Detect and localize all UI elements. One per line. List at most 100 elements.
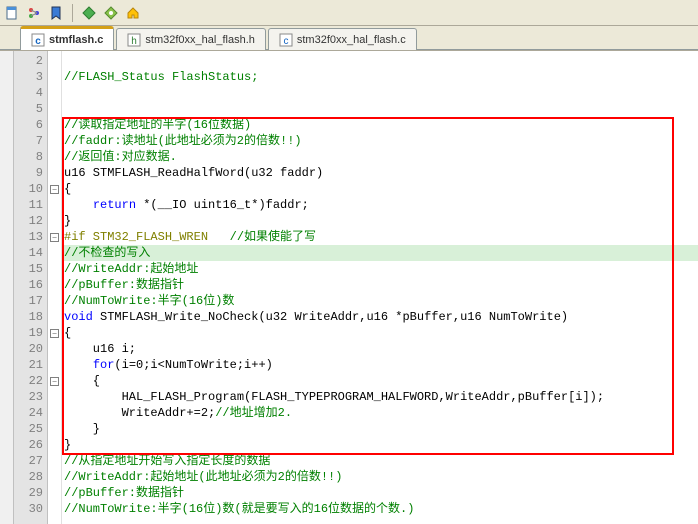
line-number: 13 xyxy=(14,229,43,245)
fold-cell[interactable]: − xyxy=(48,325,61,341)
code-area[interactable]: //FLASH_Status FlashStatus; //读取指定地址的半字(1… xyxy=(62,51,698,524)
code-line[interactable]: //返回值:对应数据. xyxy=(64,149,698,165)
svg-text:h: h xyxy=(132,36,138,47)
line-number: 29 xyxy=(14,485,43,501)
tab-stmflash-c[interactable]: c stmflash.c xyxy=(20,26,114,50)
line-number: 26 xyxy=(14,437,43,453)
code-line[interactable]: for(i=0;i<NumToWrite;i++) xyxy=(64,357,698,373)
c-file-icon: c xyxy=(279,33,293,47)
code-line[interactable]: } xyxy=(64,437,698,453)
code-line[interactable]: //不检查的写入 xyxy=(62,245,698,261)
fold-cell xyxy=(48,245,61,261)
fold-minus-icon[interactable]: − xyxy=(50,329,59,338)
code-line[interactable]: //NumToWrite:半字(16位)数(就是要写入的16位数据的个数.) xyxy=(64,501,698,517)
line-number: 4 xyxy=(14,85,43,101)
bookmark-icon[interactable] xyxy=(48,5,64,21)
ide-window: c stmflash.c h stm32f0xx_hal_flash.h c s… xyxy=(0,0,698,524)
code-line[interactable]: //pBuffer:数据指针 xyxy=(64,485,698,501)
code-line[interactable]: //pBuffer:数据指针 xyxy=(64,277,698,293)
code-line[interactable] xyxy=(64,85,698,101)
line-number: 18 xyxy=(14,309,43,325)
code-line[interactable]: } xyxy=(64,421,698,437)
fold-cell xyxy=(48,357,61,373)
line-number: 22 xyxy=(14,373,43,389)
home-icon[interactable] xyxy=(125,5,141,21)
line-number: 25 xyxy=(14,421,43,437)
code-line[interactable]: //faddr:读地址(此地址必须为2的倍数!!) xyxy=(64,133,698,149)
line-number: 2 xyxy=(14,53,43,69)
fold-cell xyxy=(48,277,61,293)
line-number: 8 xyxy=(14,149,43,165)
code-line[interactable]: #if STM32_FLASH_WREN //如果使能了写 xyxy=(64,229,698,245)
line-number-gutter: 2345678910111213141516171819202122232425… xyxy=(14,51,48,524)
line-number: 19 xyxy=(14,325,43,341)
fold-cell xyxy=(48,293,61,309)
line-number: 30 xyxy=(14,501,43,517)
fold-cell xyxy=(48,133,61,149)
diamond-green2-icon[interactable] xyxy=(103,5,119,21)
code-line[interactable] xyxy=(64,53,698,69)
doc-icon[interactable] xyxy=(4,5,20,21)
fold-cell xyxy=(48,197,61,213)
line-number: 20 xyxy=(14,341,43,357)
code-line[interactable]: //FLASH_Status FlashStatus; xyxy=(64,69,698,85)
code-line[interactable]: return *(__IO uint16_t*)faddr; xyxy=(64,197,698,213)
line-number: 14 xyxy=(14,245,43,261)
line-number: 10 xyxy=(14,181,43,197)
fold-minus-icon[interactable]: − xyxy=(50,233,59,242)
code-line[interactable]: WriteAddr+=2;//地址增加2. xyxy=(64,405,698,421)
code-line[interactable]: { xyxy=(64,181,698,197)
code-line[interactable]: } xyxy=(64,213,698,229)
line-number: 6 xyxy=(14,117,43,133)
fold-minus-icon[interactable]: − xyxy=(50,185,59,194)
diamond-green-icon[interactable] xyxy=(81,5,97,21)
tab-label: stm32f0xx_hal_flash.h xyxy=(145,34,254,46)
code-line[interactable]: //WriteAddr:起始地址(此地址必须为2的倍数!!) xyxy=(64,469,698,485)
line-number: 5 xyxy=(14,101,43,117)
line-number: 24 xyxy=(14,405,43,421)
tab-label: stmflash.c xyxy=(49,34,103,46)
line-number: 23 xyxy=(14,389,43,405)
code-line[interactable]: { xyxy=(64,373,698,389)
code-line[interactable]: { xyxy=(64,325,698,341)
code-line[interactable]: //从指定地址开始写入指定长度的数据 xyxy=(64,453,698,469)
fold-minus-icon[interactable]: − xyxy=(50,377,59,386)
fold-cell xyxy=(48,389,61,405)
toolbar-separator xyxy=(72,4,73,22)
fold-cell[interactable]: − xyxy=(48,181,61,197)
fold-cell xyxy=(48,69,61,85)
line-number: 11 xyxy=(14,197,43,213)
code-line[interactable]: //WriteAddr:起始地址 xyxy=(64,261,698,277)
line-number: 15 xyxy=(14,261,43,277)
tab-strip: c stmflash.c h stm32f0xx_hal_flash.h c s… xyxy=(0,26,698,50)
fold-cell xyxy=(48,485,61,501)
fold-cell xyxy=(48,437,61,453)
fold-cell[interactable]: − xyxy=(48,373,61,389)
code-line[interactable]: u16 STMFLASH_ReadHalfWord(u32 faddr) xyxy=(64,165,698,181)
line-number: 16 xyxy=(14,277,43,293)
c-file-icon: c xyxy=(31,33,45,47)
code-line[interactable]: void STMFLASH_Write_NoCheck(u32 WriteAdd… xyxy=(64,309,698,325)
fold-cell[interactable]: − xyxy=(48,229,61,245)
code-line[interactable]: //读取指定地址的半字(16位数据) xyxy=(64,117,698,133)
fold-cell xyxy=(48,421,61,437)
tab-hal-flash-c[interactable]: c stm32f0xx_hal_flash.c xyxy=(268,28,417,50)
fold-cell xyxy=(48,53,61,69)
line-number: 12 xyxy=(14,213,43,229)
line-number: 21 xyxy=(14,357,43,373)
fold-cell xyxy=(48,213,61,229)
fold-cell xyxy=(48,85,61,101)
code-line[interactable] xyxy=(64,101,698,117)
tab-hal-flash-h[interactable]: h stm32f0xx_hal_flash.h xyxy=(116,28,265,50)
code-line[interactable]: u16 i; xyxy=(64,341,698,357)
fold-column: − − − − xyxy=(48,51,62,524)
code-line[interactable]: //NumToWrite:半字(16位)数 xyxy=(64,293,698,309)
line-number: 27 xyxy=(14,453,43,469)
fold-cell xyxy=(48,469,61,485)
line-number: 28 xyxy=(14,469,43,485)
line-number: 3 xyxy=(14,69,43,85)
toolbar xyxy=(0,0,698,26)
fold-cell xyxy=(48,149,61,165)
tree-icon[interactable] xyxy=(26,5,42,21)
code-line[interactable]: HAL_FLASH_Program(FLASH_TYPEPROGRAM_HALF… xyxy=(64,389,698,405)
